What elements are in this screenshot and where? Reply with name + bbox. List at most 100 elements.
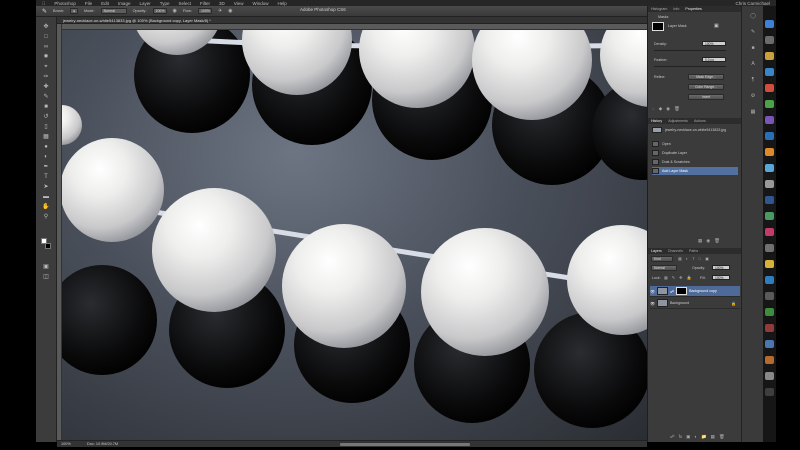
zoom-tool-icon[interactable]: ⚲ [40,213,52,222]
visibility-eye-icon[interactable]: 👁 [650,301,655,306]
dock-app-icon[interactable] [765,100,774,108]
menu-image[interactable]: Image [118,1,131,6]
dock-app-icon[interactable] [765,356,774,364]
healing-brush-tool-icon[interactable]: ✚ [40,83,52,92]
gradient-tool-icon[interactable]: ▦ [40,133,52,142]
feather-slider[interactable] [654,66,726,67]
group-folder-icon[interactable]: 📁 [701,434,707,440]
brush-panel-icon[interactable]: ✎ [748,28,758,36]
dock-app-icon[interactable] [765,260,774,268]
pressure-size-icon[interactable]: ◉ [228,8,232,14]
new-layer-icon[interactable]: ▦ [711,434,715,440]
type-tool-icon[interactable]: T [40,173,52,182]
brush-tool-icon[interactable]: ✎ [42,8,47,15]
history-panel-icon[interactable]: ◯ [748,12,758,20]
crop-tool-icon[interactable]: ⌖ [40,63,52,72]
eraser-tool-icon[interactable]: ▯ [40,123,52,132]
menu-user-name[interactable]: Chris Carmichael [735,1,776,6]
kind-filter-select[interactable]: Kind [651,256,673,262]
layer-opacity-input[interactable]: 100% [712,265,730,270]
dock-app-icon[interactable] [765,68,774,76]
tab-actions[interactable]: Actions [694,119,706,123]
blur-tool-icon[interactable]: ● [40,143,52,152]
dock-app-icon[interactable] [765,148,774,156]
pressure-opacity-icon[interactable]: ◉ [173,8,177,14]
screen-mode-icon[interactable]: ◫ [40,273,52,282]
dock-app-icon[interactable] [765,180,774,188]
zoom-level[interactable]: 100% [61,442,71,446]
dock-app-icon[interactable] [765,228,774,236]
lock-all-icon[interactable]: 🔒 [687,275,692,280]
dock-app-icon[interactable] [765,52,774,60]
document-info[interactable]: Doc: 10.9M/20.7M [87,442,118,446]
document-canvas[interactable] [62,30,647,440]
hand-tool-icon[interactable]: ✋ [40,203,52,212]
lock-position-icon[interactable]: ✥ [679,275,682,280]
lasso-tool-icon[interactable]: ∞ [40,43,52,52]
smart-object-filter-icon[interactable]: ▣ [705,256,709,261]
add-mask-icon[interactable]: ▣ [686,434,690,440]
dock-app-icon[interactable] [765,372,774,380]
horizontal-scrollbar[interactable] [340,443,470,446]
dock-app-icon[interactable] [765,164,774,172]
feather-input[interactable]: 0.0 px [702,57,726,62]
paragraph-panel-icon[interactable]: ¶ [748,76,758,84]
mask-options-icon[interactable]: ▣ [714,23,719,29]
pen-tool-icon[interactable]: ✒ [40,163,52,172]
flow-input[interactable]: 100% [197,8,212,14]
type-filter-icon[interactable]: T [692,256,694,261]
tab-paths[interactable]: Paths [689,249,698,253]
dock-app-icon[interactable] [765,292,774,300]
shape-tool-icon[interactable]: ▬ [40,193,52,202]
disable-mask-icon[interactable]: ◉ [666,106,670,112]
airbrush-icon[interactable]: ✈ [218,8,222,14]
history-item[interactable]: Duplicate Layer [652,149,738,157]
apply-mask-icon[interactable]: ◆ [659,106,662,112]
layer-row-background[interactable]: 👁 Background 🔒 [650,298,740,309]
menu-help[interactable]: Help [277,1,286,6]
layer-style-icon[interactable]: fx [679,434,683,440]
trash-dock-icon[interactable] [765,388,774,396]
foreground-color-swatch[interactable] [41,238,47,244]
tab-histogram[interactable]: Histogram [651,7,667,11]
marquee-tool-icon[interactable]: □ [40,33,52,42]
color-swatches[interactable] [41,238,51,250]
eyedropper-tool-icon[interactable]: ✑ [40,73,52,82]
menu-3d[interactable]: 3D [219,1,225,6]
history-item-selected[interactable]: Add Layer Mask [652,167,738,175]
dock-app-icon[interactable] [765,116,774,124]
dock-app-icon[interactable] [765,340,774,348]
menu-app-name[interactable]: Photoshop [54,1,76,6]
tab-properties[interactable]: Properties [685,7,701,11]
menu-file[interactable]: File [85,1,92,6]
quick-mask-icon[interactable]: ▣ [40,263,52,272]
tab-adjustments[interactable]: Adjustments [668,119,688,123]
layer-name[interactable]: Background copy [689,289,717,293]
dock-app-icon[interactable] [765,132,774,140]
dock-app-icon[interactable] [765,212,774,220]
move-tool-icon[interactable]: ✥ [40,23,52,32]
finder-dock-icon[interactable] [765,20,774,28]
layer-comps-icon[interactable]: ▦ [748,108,758,116]
delete-layer-icon[interactable]: 🗑 [719,434,725,440]
pixel-filter-icon[interactable]: ▦ [678,256,682,261]
menu-layer[interactable]: Layer [139,1,150,6]
chain-link-icon[interactable]: ☍ [670,289,674,294]
history-brush-tool-icon[interactable]: ↺ [40,113,52,122]
apple-menu-icon[interactable]:  [42,1,45,6]
brush-tool-icon[interactable]: ✎ [40,93,52,102]
tab-channels[interactable]: Channels [668,249,683,253]
menu-filter[interactable]: Filter [200,1,210,6]
layer-name[interactable]: Background [670,301,689,305]
dock-app-icon[interactable] [765,244,774,252]
menu-select[interactable]: Select [178,1,191,6]
brush-preset-picker[interactable]: ● [70,8,79,14]
visibility-eye-icon[interactable]: 👁 [650,289,655,294]
history-item[interactable]: Open [652,140,738,148]
tab-info[interactable]: Info [673,7,679,11]
mask-edge-button[interactable]: Mask Edge... [688,74,724,80]
density-slider[interactable] [654,50,726,51]
invert-button[interactable]: Invert [688,94,724,100]
blend-mode-select[interactable]: Normal [651,265,677,271]
tool-presets-icon[interactable]: ⚙ [748,92,758,100]
